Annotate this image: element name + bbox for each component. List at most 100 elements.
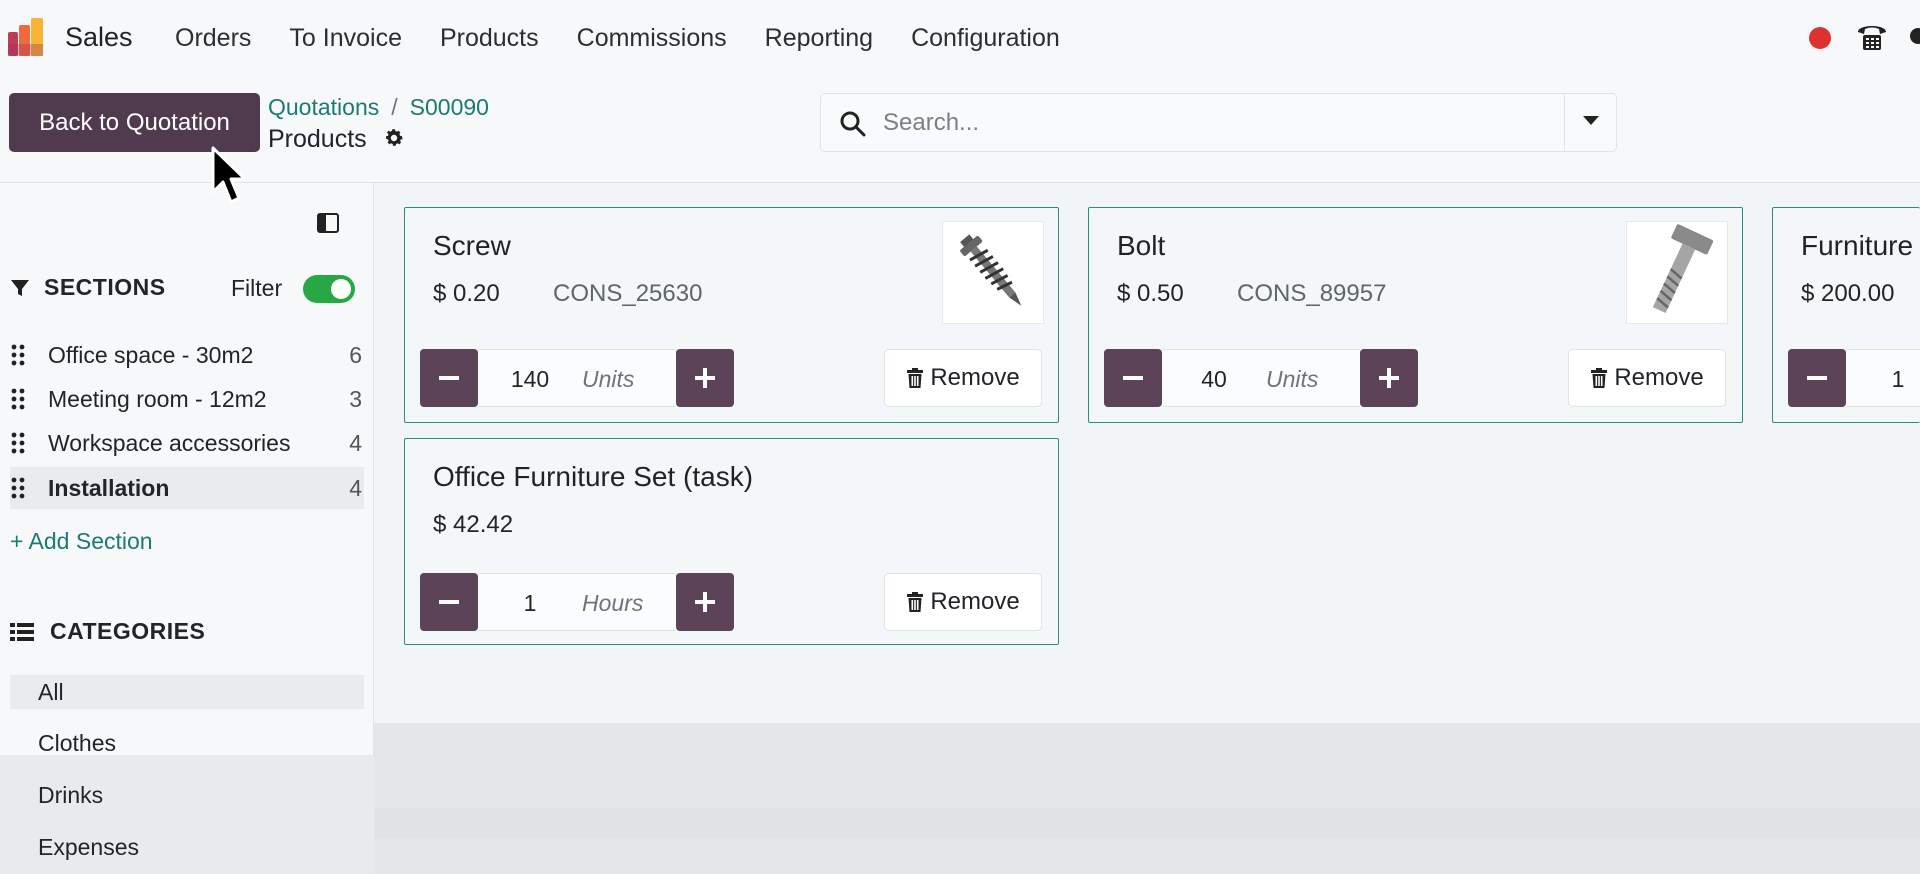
product-card-bolt[interactable]: Bolt $ 0.50 CONS_89957 40 Units Remove (1088, 207, 1743, 423)
increase-quantity-button[interactable] (1360, 349, 1418, 407)
plus-icon (695, 368, 715, 388)
product-name: Screw (433, 230, 511, 261)
remove-button[interactable]: Remove (1568, 349, 1726, 407)
trash-icon (907, 592, 924, 612)
bolt-icon (1652, 224, 1714, 314)
breadcrumb-order[interactable]: S00090 (410, 94, 489, 120)
menu-reporting[interactable]: Reporting (765, 24, 873, 53)
recording-indicator-icon[interactable] (1809, 27, 1831, 49)
decrease-quantity-button[interactable] (420, 573, 478, 631)
trash-icon (907, 368, 924, 388)
menu-products[interactable]: Products (440, 24, 539, 53)
search-icon (840, 111, 866, 137)
section-item-installation[interactable]: Installation 4 (10, 467, 364, 509)
categories-title: CATEGORIES (50, 618, 206, 644)
product-name: Office Furniture Set (task) (433, 461, 754, 492)
plus-icon (695, 592, 715, 612)
remove-label: Remove (930, 588, 1020, 615)
section-item-workspace-accessories[interactable]: Workspace accessories 4 (10, 422, 364, 464)
product-card-furniture[interactable]: Furniture $ 200.00 1 (1772, 207, 1920, 423)
breadcrumb-separator: / (391, 94, 398, 120)
section-count: 4 (349, 429, 362, 456)
quantity-stepper: 1 Hours (420, 573, 734, 631)
caret-down-icon (1583, 116, 1599, 125)
search-bar (820, 93, 1617, 152)
product-image (1626, 221, 1728, 324)
decrease-quantity-button[interactable] (1788, 349, 1846, 407)
quantity-unit: Units (1266, 366, 1319, 392)
quantity-value[interactable]: 1 (1868, 366, 1920, 393)
quantity-value[interactable]: 1 (500, 590, 560, 617)
section-item-office-space[interactable]: Office space - 30m2 6 (10, 334, 364, 376)
content-footer-area (374, 723, 1920, 874)
category-item-drinks[interactable]: Drinks (10, 778, 364, 812)
quantity-field[interactable]: 1 Hours (478, 573, 676, 631)
categories-header: CATEGORIES (10, 618, 205, 645)
product-image (942, 221, 1044, 324)
product-code: CONS_25630 (553, 280, 703, 307)
list-icon (10, 622, 34, 641)
product-price: $ 42.42 (433, 511, 514, 538)
minus-icon (1807, 376, 1827, 380)
increase-quantity-button[interactable] (676, 349, 734, 407)
sections-header: SECTIONS (10, 274, 166, 301)
sales-app-logo-icon[interactable] (8, 18, 48, 58)
quantity-field[interactable]: 40 Units (1162, 349, 1360, 407)
menu-commissions[interactable]: Commissions (577, 24, 727, 53)
search-options-toggle[interactable] (1564, 94, 1616, 151)
chat-icon[interactable] (1908, 26, 1920, 52)
back-to-quotation-button[interactable]: Back to Quotation (9, 93, 260, 152)
remove-label: Remove (1614, 364, 1704, 391)
drag-handle-icon[interactable] (10, 431, 26, 455)
drag-handle-icon[interactable] (10, 476, 26, 500)
breadcrumb-quotations[interactable]: Quotations (268, 94, 379, 120)
drag-handle-icon[interactable] (10, 387, 26, 411)
product-card-office-furniture-set[interactable]: Office Furniture Set (task) $ 42.42 1 Ho… (404, 438, 1059, 645)
drag-handle-icon[interactable] (10, 343, 26, 367)
increase-quantity-button[interactable] (676, 573, 734, 631)
product-name: Furniture (1801, 230, 1914, 261)
menu-configuration[interactable]: Configuration (911, 24, 1060, 53)
quantity-field[interactable]: 1 (1846, 349, 1920, 407)
quantity-stepper: 1 (1788, 349, 1920, 407)
sidebar-toggle-icon[interactable] (316, 211, 340, 235)
filter-toggle[interactable] (303, 275, 355, 303)
quantity-value[interactable]: 40 (1184, 366, 1244, 393)
quantity-field[interactable]: 140 Units (478, 349, 676, 407)
sections-title: SECTIONS (44, 274, 166, 300)
minus-icon (1123, 376, 1143, 380)
quantity-unit: Units (582, 366, 635, 392)
plus-icon (1379, 368, 1399, 388)
menu-to-invoice[interactable]: To Invoice (289, 24, 402, 53)
section-label: Meeting room - 12m2 (48, 385, 267, 412)
quantity-stepper: 140 Units (420, 349, 734, 407)
category-item-clothes[interactable]: Clothes (10, 726, 364, 760)
section-count: 4 (349, 474, 362, 501)
product-price: $ 0.50 (1117, 280, 1184, 307)
content-footer-shade (374, 808, 1920, 838)
main-menu: Orders To Invoice Products Commissions R… (175, 24, 1098, 53)
page-title: Products (268, 125, 367, 153)
menu-orders[interactable]: Orders (175, 24, 251, 53)
category-item-expenses[interactable]: Expenses (10, 830, 364, 864)
breadcrumb: Quotations / S00090 (268, 94, 489, 121)
add-section-link[interactable]: + Add Section (10, 528, 153, 555)
quantity-value[interactable]: 140 (500, 366, 560, 393)
decrease-quantity-button[interactable] (1104, 349, 1162, 407)
section-label: Installation (48, 474, 170, 501)
filter-label: Filter (231, 275, 283, 301)
product-card-screw[interactable]: Screw $ 0.20 CONS_25630 140 Units Remove (404, 207, 1059, 423)
filter-funnel-icon (11, 279, 29, 296)
remove-button[interactable]: Remove (884, 349, 1042, 407)
decrease-quantity-button[interactable] (420, 349, 478, 407)
trash-icon (1591, 368, 1608, 388)
search-input[interactable] (883, 102, 1543, 144)
phone-icon[interactable] (1855, 20, 1889, 54)
remove-button[interactable]: Remove (884, 573, 1042, 631)
product-code: CONS_89957 (1237, 280, 1387, 307)
minus-icon (439, 376, 459, 380)
section-item-meeting-room[interactable]: Meeting room - 12m2 3 (10, 378, 364, 420)
gear-icon[interactable] (383, 127, 405, 149)
app-name[interactable]: Sales (65, 22, 133, 53)
category-item-all[interactable]: All (10, 675, 364, 709)
